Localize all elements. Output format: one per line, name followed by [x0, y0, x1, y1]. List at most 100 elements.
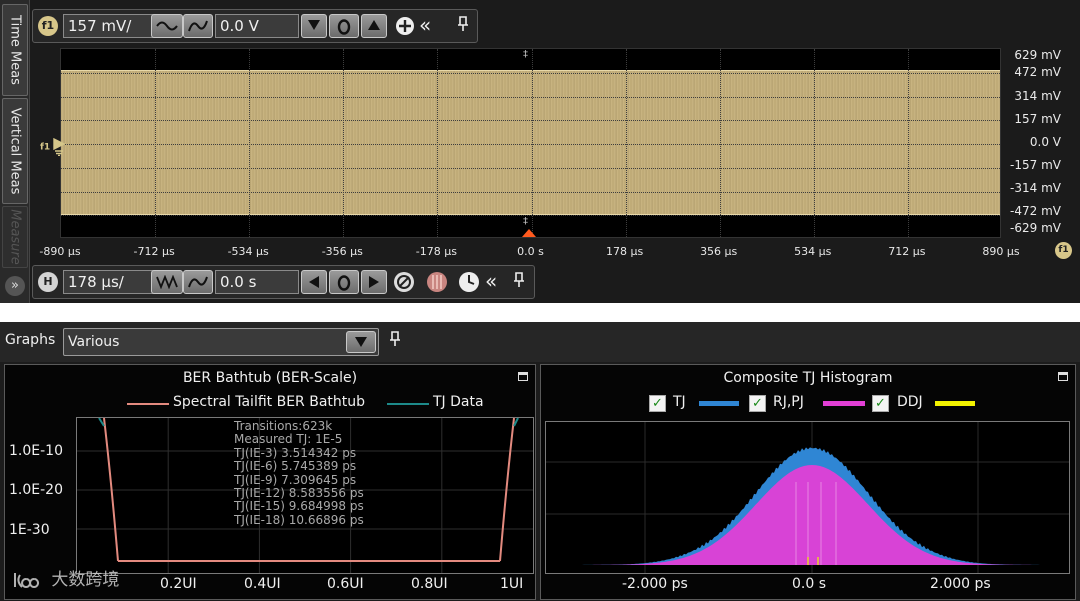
grid-line — [907, 49, 909, 237]
tab-vertical-meas[interactable]: Vertical Meas — [2, 98, 28, 204]
grid-line — [531, 49, 533, 237]
offset-up-button[interactable] — [361, 14, 387, 38]
sine-wave-button[interactable] — [183, 14, 213, 38]
ddj-checkbox[interactable]: ✓ — [872, 395, 889, 412]
offset-zero-button[interactable] — [329, 14, 359, 38]
delay-zero-button[interactable] — [329, 270, 359, 294]
histogram-x-tick: 2.000 ps — [930, 576, 991, 592]
bathtub-y-tick: 1.0E-10 — [9, 443, 63, 459]
grid-line — [61, 215, 1000, 217]
tj-legend-label: TJ — [673, 394, 686, 410]
grid-line — [437, 49, 439, 237]
vertical-axis-label: 472 mV — [1014, 65, 1061, 79]
grid-line — [61, 72, 1000, 74]
bathtub-x-tick: 0.8UI — [411, 576, 448, 592]
time-axis-label: 178 µs — [605, 245, 644, 258]
grid-line — [719, 49, 721, 237]
vertical-toolbar: f1 157 mV/ 0.0 V « — [32, 9, 478, 43]
bathtub-annotations: Transitions:623k Measured TJ: 1E-5 TJ(IE… — [234, 419, 364, 527]
vertical-axis-label: 629 mV — [1014, 48, 1061, 62]
vertical-axis-label: 157 mV — [1014, 112, 1061, 126]
clock-icon[interactable] — [458, 271, 480, 298]
grid-line — [61, 96, 1000, 98]
tab-time-meas[interactable]: Time Meas — [2, 4, 28, 96]
bathtub-plot-area[interactable]: Transitions:623k Measured TJ: 1E-5 TJ(IE… — [76, 417, 534, 574]
sample-mode-button[interactable] — [151, 270, 183, 294]
dropdown-arrow-button[interactable] — [346, 331, 376, 353]
tab-measure[interactable]: Measure — [2, 206, 28, 268]
annotation-line: TJ(IE-6) 5.745389 ps — [234, 459, 357, 474]
collapse-chevrons-icon[interactable]: « — [485, 271, 497, 291]
maximize-icon[interactable] — [518, 372, 528, 381]
grid-line — [61, 120, 1000, 122]
waveform-display[interactable]: ‡ ‡ — [60, 48, 1001, 238]
annotation-line: Transitions:623k — [234, 419, 333, 433]
rjpj-checkbox[interactable]: ✓ — [749, 395, 766, 412]
annotation-line: TJ(IE-18) 10.66896 ps — [234, 512, 364, 527]
time-axis-label: 356 µs — [700, 245, 738, 258]
grid-line — [343, 49, 345, 237]
histogram-x-tick: 0.0 s — [792, 576, 827, 592]
tj-data-legend-swatch — [387, 403, 429, 405]
time-axis-label: 0.0 s — [517, 245, 544, 258]
pin-icon[interactable] — [457, 16, 469, 37]
grid-line — [813, 49, 815, 237]
pin-icon[interactable] — [513, 272, 525, 293]
rjpj-legend-label: RJ,PJ — [773, 394, 804, 410]
annotation-line: TJ(IE-15) 9.684998 ps — [234, 499, 364, 514]
horizontal-delay-field[interactable]: 0.0 s — [215, 270, 299, 294]
expand-chevrons-icon[interactable]: » — [5, 276, 25, 296]
pin-icon[interactable] — [389, 331, 401, 352]
vertical-axis-label: 0.0 V — [1029, 135, 1061, 149]
offset-down-button[interactable] — [301, 14, 327, 38]
ber-bathtub-title: BER Bathtub (BER-Scale) — [182, 370, 358, 386]
vertical-offset-field[interactable]: 0.0 V — [215, 14, 299, 38]
rjpj-histogram-fill — [554, 465, 1061, 565]
maximize-icon[interactable] — [1058, 372, 1068, 381]
ground-reference-marker[interactable]: f1 — [40, 137, 66, 157]
interpolation-button[interactable] — [183, 270, 213, 294]
annotation-line: TJ(IE-12) 8.583556 ps — [234, 486, 364, 501]
time-axis-label: 890 µs — [982, 245, 1020, 258]
waveform-trace — [61, 71, 1000, 214]
histogram-plot — [546, 422, 1069, 573]
time-axis-label: 534 µs — [794, 245, 832, 258]
time-axis-label: 712 µs — [888, 245, 926, 258]
tj-histogram-title: Composite TJ Histogram — [723, 370, 893, 386]
grid-line — [625, 49, 627, 237]
vertical-axis-label: 314 mV — [1014, 89, 1061, 103]
graphs-select[interactable]: Various — [63, 328, 379, 356]
vertical-axis-label: -472 mV — [1010, 204, 1061, 218]
delay-left-button[interactable] — [301, 270, 327, 294]
bathtub-legend-label: Spectral Tailfit BER Bathtub — [173, 394, 366, 410]
bathtub-legend-swatch — [127, 403, 169, 405]
bathtub-x-tick: 0.4UI — [244, 576, 281, 592]
graphs-select-value: Various — [68, 334, 120, 350]
bottom-cursor-marker: ‡ — [523, 216, 528, 227]
delay-right-button[interactable] — [361, 270, 387, 294]
tj-legend-swatch — [699, 401, 739, 406]
time-axis-label: -712 µs — [133, 245, 175, 258]
add-channel-icon[interactable] — [395, 16, 415, 41]
trigger-position-marker[interactable] — [522, 229, 536, 237]
watermark-text: 大数跨境 — [51, 570, 120, 590]
ac-coupling-button[interactable] — [151, 14, 183, 38]
bathtub-y-tick: 1E-30 — [9, 522, 50, 538]
horizontal-badge[interactable]: H — [38, 272, 58, 292]
grid-line — [61, 191, 1000, 193]
histogram-plot-area[interactable] — [545, 421, 1070, 574]
vertical-axis-label: -629 mV — [1010, 221, 1061, 235]
ddj-legend-label: DDJ — [897, 394, 923, 410]
tj-checkbox[interactable]: ✓ — [649, 395, 666, 412]
bathtub-x-tick: 1UI — [500, 576, 524, 592]
acquisition-mode-icon[interactable] — [426, 271, 448, 298]
vertical-axis-label: -157 mV — [1010, 158, 1061, 172]
rjpj-legend-swatch — [823, 401, 865, 406]
zoom-reset-icon[interactable] — [393, 271, 415, 298]
channel-f1-badge[interactable]: f1 — [38, 16, 58, 36]
ddj-legend-swatch — [935, 401, 975, 406]
trace-f1-badge[interactable]: f1 — [1055, 242, 1072, 259]
collapse-chevrons-icon[interactable]: « — [419, 15, 431, 35]
tj-histogram-panel: Composite TJ Histogram ✓ TJ ✓ RJ,PJ ✓ DD… — [540, 364, 1076, 600]
tab-measure-label: Measure — [7, 209, 23, 265]
